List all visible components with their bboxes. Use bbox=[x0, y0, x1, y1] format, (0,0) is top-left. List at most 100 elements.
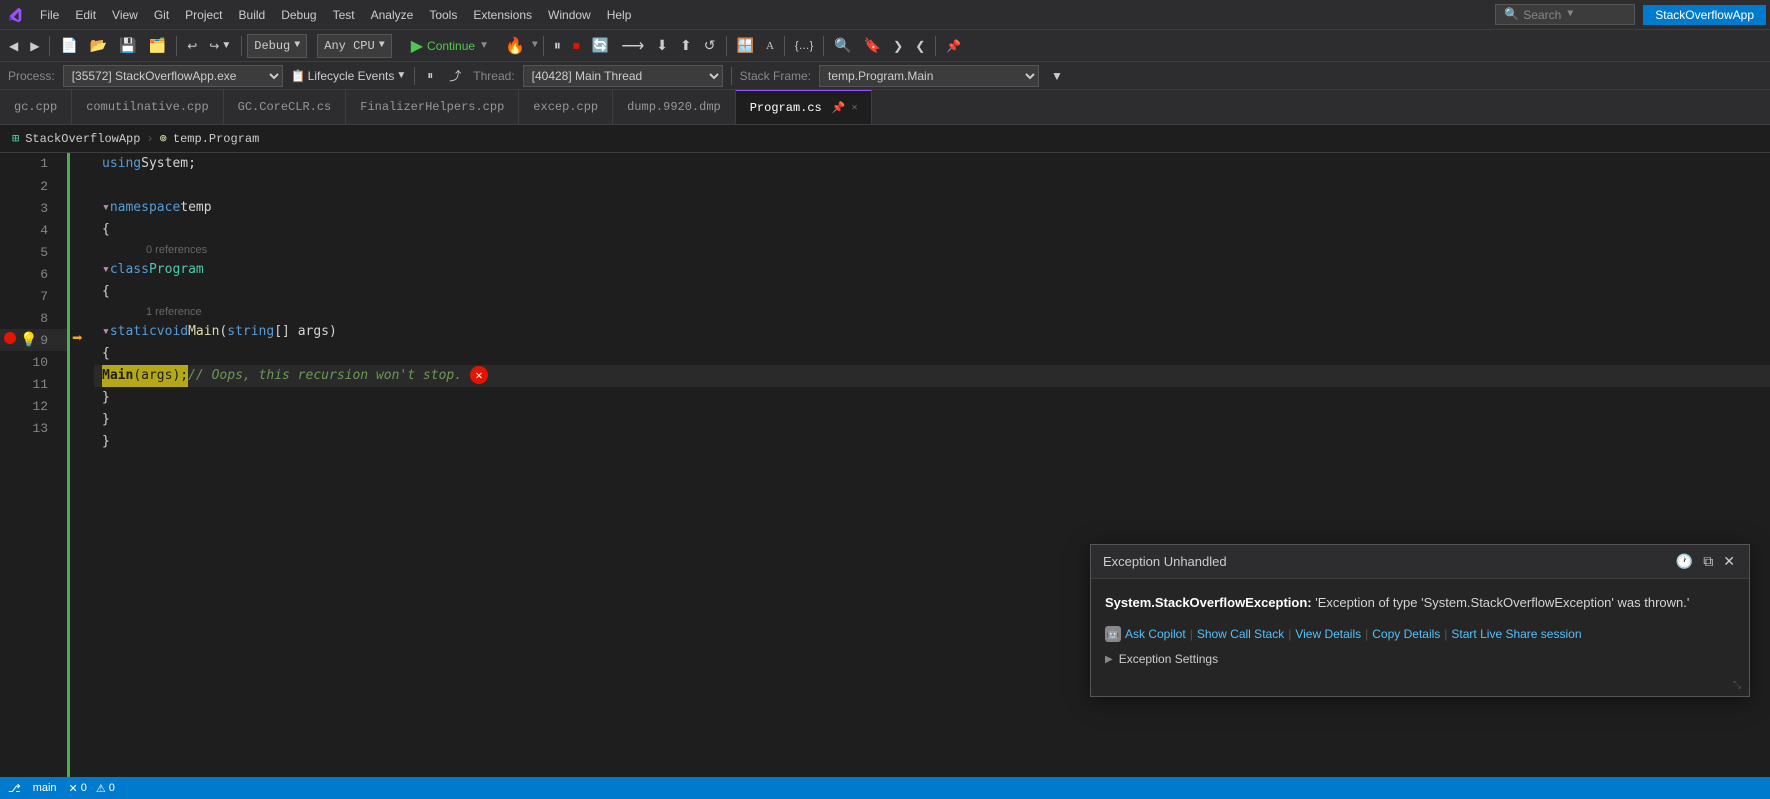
menu-item-debug[interactable]: Debug bbox=[273, 6, 324, 24]
error-count: ✕ 0 ⚠ 0 bbox=[69, 782, 115, 795]
pause-button[interactable]: ⏸ bbox=[549, 34, 566, 57]
line-row-11: 11 bbox=[0, 373, 70, 395]
bookmark3-button[interactable]: ❮ bbox=[910, 36, 930, 56]
detach-button[interactable]: ⤴ bbox=[445, 67, 465, 84]
sep6 bbox=[784, 36, 785, 56]
line-number-4: 4 bbox=[26, 223, 56, 238]
code-line-4: { bbox=[94, 219, 1770, 241]
bookmark-button[interactable]: 🔖 bbox=[859, 34, 886, 57]
exception-history-button[interactable]: 🕐 bbox=[1674, 553, 1695, 570]
menu-item-window[interactable]: Window bbox=[540, 6, 599, 24]
stackframe-expand-button[interactable]: ▼ bbox=[1047, 69, 1067, 83]
tab-dump[interactable]: dump.9920.dmp bbox=[613, 90, 736, 124]
warning-icon: ⚠ bbox=[96, 782, 106, 795]
search-box[interactable]: 🔍 Search ▼ bbox=[1495, 4, 1635, 25]
ref-0[interactable]: 0 references bbox=[94, 241, 1770, 259]
breadcrumb-project[interactable]: StackOverflowApp bbox=[25, 132, 140, 146]
step-out-button[interactable]: ⬆ bbox=[675, 34, 697, 57]
exception-settings[interactable]: ▶ Exception Settings bbox=[1105, 652, 1735, 666]
line-row-9: 💡 9 bbox=[0, 329, 70, 351]
forward-button[interactable]: ▶ bbox=[25, 36, 44, 56]
line-row-7: 7 bbox=[0, 285, 70, 307]
pin-button[interactable]: 📌 bbox=[941, 36, 966, 56]
format-button[interactable]: A bbox=[761, 37, 779, 55]
debug-mode-dropdown[interactable]: Debug ▼ bbox=[247, 34, 307, 58]
menu-item-help[interactable]: Help bbox=[599, 6, 640, 24]
menu-item-view[interactable]: View bbox=[104, 6, 146, 24]
open-folder-button[interactable]: 📂 bbox=[85, 34, 112, 57]
tab-gccore[interactable]: GC.CoreCLR.cs bbox=[224, 90, 347, 124]
menu-item-extensions[interactable]: Extensions bbox=[465, 6, 540, 24]
search-dropdown-icon: ▼ bbox=[1567, 9, 1573, 20]
hotfire-button[interactable]: 🔥 bbox=[500, 33, 530, 59]
decompile-button[interactable]: {…} bbox=[790, 37, 818, 55]
sep4 bbox=[543, 36, 544, 56]
menu-item-edit[interactable]: Edit bbox=[67, 6, 104, 24]
cpu-dropdown[interactable]: Any CPU ▼ bbox=[317, 34, 391, 58]
stop-button[interactable]: ⏹ bbox=[568, 34, 585, 57]
menu-item-analyze[interactable]: Analyze bbox=[363, 6, 422, 24]
breadcrumb-namespace[interactable]: temp.Program bbox=[173, 132, 259, 146]
tab-label: GC.CoreCLR.cs bbox=[238, 100, 332, 114]
redo-button[interactable]: ↪ ▼ bbox=[204, 36, 236, 56]
code-line-7: ▾ static void Main(string[] args) bbox=[94, 321, 1770, 343]
process-select[interactable]: [35572] StackOverflowApp.exe bbox=[63, 65, 283, 87]
lifecycle-button[interactable]: 📋 Lifecycle Events ▼ bbox=[291, 69, 407, 83]
show-call-stack-link[interactable]: Show Call Stack bbox=[1197, 627, 1284, 641]
code-line-5: ▾ class Program bbox=[94, 259, 1770, 281]
break-button[interactable]: ⏸ bbox=[423, 68, 437, 83]
start-liveshare-link[interactable]: Start Live Share session bbox=[1451, 627, 1581, 641]
menu-item-tools[interactable]: Tools bbox=[421, 6, 465, 24]
continue-button[interactable]: ▶ Continue ▼ bbox=[402, 33, 498, 59]
step-over-button[interactable]: ⟶ bbox=[616, 33, 649, 59]
link-sep-2: | bbox=[1288, 627, 1291, 641]
debug-sep2 bbox=[731, 67, 732, 85]
exception-type: System.StackOverflowException: bbox=[1105, 595, 1312, 610]
debug-windows-button[interactable]: 🪟 bbox=[732, 34, 759, 57]
stackframe-select[interactable]: temp.Program.Main bbox=[819, 65, 1039, 87]
back-button[interactable]: ◀ bbox=[4, 36, 23, 56]
bookmark2-button[interactable]: ❯ bbox=[888, 36, 908, 56]
menu-item-git[interactable]: Git bbox=[146, 6, 177, 24]
line-row-8: 8 bbox=[0, 307, 70, 329]
tab-close-icon[interactable]: ✕ bbox=[851, 102, 857, 114]
restart-button[interactable]: 🔄 bbox=[587, 34, 614, 57]
sep3 bbox=[241, 36, 242, 56]
ref-1[interactable]: 1 reference bbox=[94, 303, 1770, 321]
find-button[interactable]: 🔍 bbox=[829, 34, 856, 57]
exception-restore-button[interactable]: ⧉ bbox=[1701, 553, 1715, 570]
current-line-arrow: ➡ bbox=[72, 329, 83, 351]
resize-handle[interactable]: ⤡ bbox=[1733, 680, 1741, 692]
tab-comutil[interactable]: comutilnative.cpp bbox=[72, 90, 223, 124]
menu-item-project[interactable]: Project bbox=[177, 6, 230, 24]
undo-button[interactable]: ↩ bbox=[182, 36, 202, 56]
tab-finalizer[interactable]: FinalizerHelpers.cpp bbox=[346, 90, 519, 124]
view-details-link[interactable]: View Details bbox=[1295, 627, 1361, 641]
copy-details-link[interactable]: Copy Details bbox=[1372, 627, 1440, 641]
code-line-1: using System; bbox=[94, 153, 1770, 175]
tab-excep[interactable]: excep.cpp bbox=[519, 90, 613, 124]
step-into-button[interactable]: ⬇ bbox=[651, 34, 673, 57]
save-button[interactable]: 💾 bbox=[114, 34, 141, 57]
debug-bar: Process: [35572] StackOverflowApp.exe 📋 … bbox=[0, 62, 1770, 90]
exception-header-icons: 🕐 ⧉ ✕ bbox=[1674, 553, 1737, 570]
line-number-1: 1 bbox=[26, 153, 56, 175]
error-number: 0 bbox=[81, 782, 87, 794]
breadcrumb: ⊞ StackOverflowApp › ⊚ temp.Program bbox=[0, 125, 1770, 153]
exception-links: 🤖 Ask Copilot | Show Call Stack | View D… bbox=[1105, 626, 1735, 642]
exception-close-button[interactable]: ✕ bbox=[1721, 553, 1737, 570]
thread-select[interactable]: [40428] Main Thread bbox=[523, 65, 723, 87]
process-label: Process: bbox=[8, 69, 55, 83]
line-row-1: 1 bbox=[0, 153, 70, 175]
ask-copilot-link[interactable]: Ask Copilot bbox=[1125, 627, 1186, 641]
menu-item-test[interactable]: Test bbox=[325, 6, 363, 24]
tab-program[interactable]: Program.cs 📌 ✕ bbox=[736, 90, 873, 124]
save-all-button[interactable]: 🗂️ bbox=[144, 34, 171, 57]
new-file-button[interactable]: 📄 bbox=[55, 34, 82, 57]
menu-item-build[interactable]: Build bbox=[231, 6, 274, 24]
tab-gccpp[interactable]: gc.cpp bbox=[0, 90, 72, 124]
line-number-11: 11 bbox=[26, 377, 56, 392]
step-back-button[interactable]: ↺ bbox=[699, 34, 721, 57]
menu-item-file[interactable]: File bbox=[32, 6, 67, 24]
exception-footer: ⤡ bbox=[1091, 676, 1749, 696]
